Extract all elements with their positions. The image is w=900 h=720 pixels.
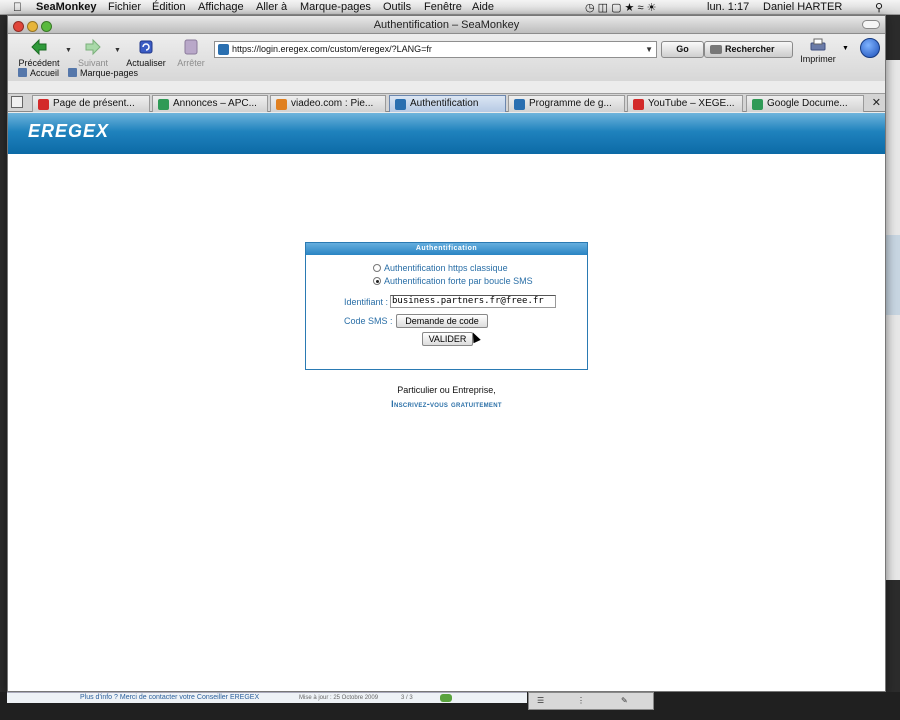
new-tab-icon[interactable] [11, 96, 23, 108]
printer-icon [810, 38, 826, 51]
throbber-icon[interactable] [860, 38, 880, 58]
site-banner: EREGEX [8, 113, 885, 154]
reload-icon [139, 40, 153, 54]
spotlight-icon[interactable]: ⚲ [875, 1, 883, 14]
search-label: Rechercher [725, 44, 775, 54]
home-icon [18, 68, 27, 77]
status-icons[interactable]: ◷ ◫ ▢ ★ ≈ ☀ [585, 1, 656, 14]
menu-outils[interactable]: Outils [383, 1, 411, 13]
tab-bar: Page de présent... Annonces – APC... via… [8, 93, 885, 112]
menu-fichier[interactable]: Fichier [108, 1, 141, 13]
tab-programme[interactable]: Programme de g... [508, 95, 625, 112]
tab-favicon [38, 99, 49, 110]
print-dropdown-icon[interactable]: ▼ [842, 45, 849, 52]
url-history-dropdown-icon[interactable]: ▼ [645, 42, 653, 57]
tab-label: Page de présent... [53, 98, 135, 109]
clock[interactable]: lun. 1:17 [707, 1, 749, 13]
tab-label: Google Docume... [767, 98, 848, 109]
tab-label: Programme de g... [529, 98, 612, 109]
code-sms-label: Code SMS : [344, 316, 393, 326]
print-button[interactable]: Imprimer [798, 38, 838, 64]
tab-label: YouTube – XEGE... [648, 98, 735, 109]
tab-label: Annonces – APC... [173, 98, 257, 109]
page-count: 3 / 3 [401, 695, 413, 701]
toolbar-toggle-icon[interactable] [862, 20, 880, 29]
identifiant-label: Identifiant : [344, 297, 389, 307]
bookmark-menu-label: Marque-pages [80, 68, 139, 78]
radio-sms[interactable] [373, 277, 381, 285]
menu-icon[interactable]: ⋮ [577, 696, 585, 705]
update-date: Mise à jour : 25 Octobre 2009 [299, 695, 379, 701]
tab-google-docs[interactable]: Google Docume... [746, 95, 864, 112]
auth-panel-title: Authentification [306, 243, 587, 255]
tab-youtube[interactable]: YouTube – XEGE... [627, 95, 743, 112]
validate-button[interactable]: VALIDER [422, 332, 473, 346]
browser-window: Authentification – SeaMonkey Précédent ▼… [7, 15, 886, 692]
tab-favicon [633, 99, 644, 110]
pencil-icon[interactable]: ✎ [621, 696, 628, 705]
radio-https[interactable] [373, 264, 381, 272]
stop-button[interactable]: Arrêter [163, 38, 219, 68]
signup-prompt: Particulier ou Entreprise, [397, 385, 496, 395]
window-title: Authentification – SeaMonkey [373, 19, 520, 31]
signup-link[interactable]: Inscrivez-vous gratuitement [8, 399, 885, 409]
site-favicon [218, 44, 229, 55]
tab-label: viadeo.com : Pie... [291, 98, 374, 109]
status-icon [440, 694, 452, 702]
background-document: Plus d'info ? Merci de contacter votre C… [7, 692, 527, 703]
bookmark-home[interactable]: Accueil [18, 68, 59, 78]
background-window [884, 60, 900, 580]
window-titlebar[interactable]: Authentification – SeaMonkey [8, 16, 885, 34]
forward-button[interactable]: Suivant [65, 38, 121, 68]
list-view-icon[interactable]: ☰ [537, 696, 544, 705]
tab-annonces[interactable]: Annonces – APC... [152, 95, 268, 112]
bookmarks-icon [68, 68, 77, 77]
tab-favicon [514, 99, 525, 110]
search-icon [710, 45, 722, 54]
bookmark-menu[interactable]: Marque-pages [68, 68, 138, 78]
tab-authentification[interactable]: Authentification [389, 95, 506, 112]
bookmark-home-label: Accueil [30, 68, 60, 78]
page-content: EREGEX Authentification Authentification… [8, 113, 885, 691]
menu-app[interactable]: SeaMonkey [36, 1, 97, 13]
go-button[interactable]: Go [661, 41, 704, 58]
print-label: Imprimer [800, 54, 836, 64]
menu-aide[interactable]: Aide [472, 1, 494, 13]
back-arrow-icon [31, 38, 47, 56]
personal-toolbar: Accueil Marque-pages [8, 66, 885, 82]
url-input[interactable]: https://login.eregex.com/custom/eregex/?… [214, 41, 657, 58]
request-code-button[interactable]: Demande de code [396, 314, 488, 328]
menu-edition[interactable]: Édition [152, 1, 186, 13]
search-button[interactable]: Rechercher [704, 41, 793, 58]
background-toolbar: ☰ ⋮ ✎ [528, 692, 654, 710]
menu-fenetre[interactable]: Fenêtre [424, 1, 462, 13]
identifiant-input[interactable]: business.partners.fr@free.fr [390, 295, 556, 308]
tab-favicon [395, 99, 406, 110]
info-link[interactable]: Plus d'info ? Merci de contacter votre C… [80, 694, 259, 701]
menu-aller[interactable]: Aller à [256, 1, 287, 13]
menu-marque-pages[interactable]: Marque-pages [300, 1, 371, 13]
background-window-panel [886, 235, 900, 315]
eregex-logo[interactable]: EREGEX [28, 121, 109, 142]
stop-icon [184, 39, 198, 55]
radio-https-label[interactable]: Authentification https classique [384, 263, 508, 273]
url-text: https://login.eregex.com/custom/eregex/?… [232, 44, 432, 54]
tab-favicon [752, 99, 763, 110]
radio-sms-label[interactable]: Authentification forte par boucle SMS [384, 276, 533, 286]
auth-panel: Authentification Authentification https … [305, 242, 588, 370]
back-button[interactable]: Précédent [11, 38, 67, 68]
tab-favicon [158, 99, 169, 110]
menu-affichage[interactable]: Affichage [198, 1, 244, 13]
forward-arrow-icon [85, 38, 101, 56]
tab-sfr[interactable]: Page de présent... [32, 95, 150, 112]
close-tab-icon[interactable]: ✕ [872, 96, 881, 109]
user-name[interactable]: Daniel HARTER [763, 1, 842, 13]
tab-favicon [276, 99, 287, 110]
tab-label: Authentification [410, 98, 479, 109]
apple-menu-icon[interactable]:  [13, 0, 22, 14]
mac-menubar:  SeaMonkey Fichier Édition Affichage Al… [0, 0, 900, 15]
tab-viadeo[interactable]: viadeo.com : Pie... [270, 95, 386, 112]
